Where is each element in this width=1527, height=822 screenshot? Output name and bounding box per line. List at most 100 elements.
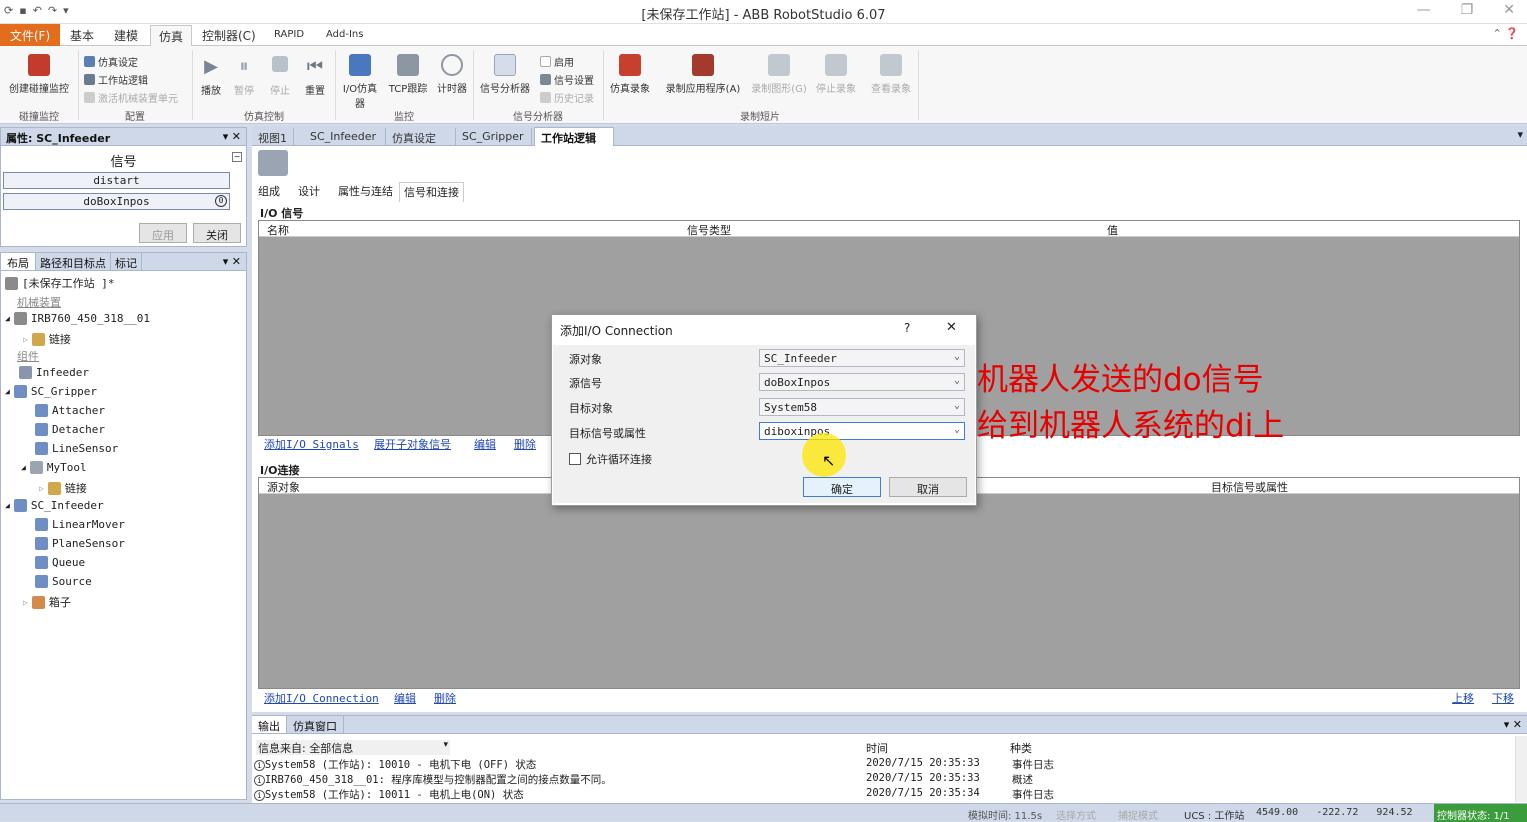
output-row[interactable]: i IRB760_450_318__01: 程序库模型与控制器配置之间的接点数量不…: [254, 772, 612, 787]
stop-record-button[interactable]: 停止录象: [812, 54, 860, 95]
tree-item[interactable]: Infeeder: [19, 366, 89, 379]
tab-file[interactable]: 文件(F): [0, 24, 60, 46]
source-object-select[interactable]: SC_Infeeder ⌄: [759, 349, 965, 367]
tab-sc-infeeder[interactable]: SC_Infeeder: [304, 128, 386, 146]
tcp-trace-button[interactable]: TCP跟踪: [386, 54, 430, 95]
collapse-icon[interactable]: −: [232, 152, 242, 162]
signal-field-doboxinpos[interactable]: doBoxInpos 0: [3, 193, 230, 210]
allow-cycle-checkbox[interactable]: 允许循环连接: [569, 451, 652, 467]
pin-close-icons[interactable]: ▾ ✕: [1499, 716, 1527, 733]
tree-item[interactable]: ▷ 箱子: [23, 594, 71, 610]
play-button[interactable]: ▶ 播放: [197, 56, 225, 97]
enable-checkbox[interactable]: 启用: [540, 54, 574, 69]
maximize-icon[interactable]: ❐: [1461, 2, 1474, 18]
io-sim-button[interactable]: I/O仿真器: [338, 54, 382, 110]
sim-setup-button[interactable]: 仿真设定: [84, 54, 138, 69]
info-source-select[interactable]: 信息来自: 全部信息 ▾: [256, 740, 450, 755]
output-row[interactable]: i System58 (工作站): 10010 - 电机下电 (OFF) 状态: [254, 757, 536, 772]
tree-item[interactable]: Queue: [35, 556, 85, 569]
pin-close-icons[interactable]: ▾ ✕: [223, 130, 241, 143]
reset-button[interactable]: ⏮ 重置: [301, 56, 329, 97]
tab-tags[interactable]: 标记: [111, 253, 142, 270]
expand-icon[interactable]: ◢: [5, 314, 10, 323]
snap-mode[interactable]: 捕捉模式: [1118, 807, 1158, 822]
expand-icon[interactable]: ◢: [21, 463, 26, 472]
record-app-button[interactable]: 录制应用程序(A): [660, 54, 746, 95]
tree-station[interactable]: [未保存工作站 ]*: [5, 275, 115, 291]
tab-simulation[interactable]: 仿真: [150, 25, 193, 47]
tab-home[interactable]: 基本: [70, 27, 94, 44]
tree-item[interactable]: LineSensor: [35, 442, 118, 455]
tab-modeling[interactable]: 建模: [114, 27, 138, 44]
close-button[interactable]: 关闭: [193, 223, 241, 243]
tree-item[interactable]: Detacher: [35, 423, 105, 436]
tree-item[interactable]: PlaneSensor: [35, 537, 125, 550]
tabs-dropdown-icon[interactable]: ▾: [1517, 128, 1523, 141]
signal-setup-button[interactable]: 信号设置: [540, 72, 594, 87]
tab-layout[interactable]: 布局: [1, 253, 36, 270]
expand-icon[interactable]: ◢: [5, 387, 10, 396]
target-object-select[interactable]: System58 ⌄: [759, 398, 965, 416]
apply-button[interactable]: 应用: [139, 223, 187, 243]
subtab-properties[interactable]: 属性与连结: [332, 182, 399, 202]
close-icon[interactable]: ✕: [1503, 2, 1515, 18]
tree-links[interactable]: ▷ 链接: [23, 331, 71, 347]
tree-item[interactable]: ◢ MyTool: [21, 461, 87, 474]
collapse-icon[interactable]: ▷: [39, 484, 44, 493]
tab-controller[interactable]: 控制器(C): [202, 27, 256, 44]
tab-sim-window[interactable]: 仿真窗口: [287, 716, 344, 733]
signal-field-distart[interactable]: distart: [3, 172, 230, 189]
sim-record-button[interactable]: 仿真录象: [606, 54, 654, 95]
add-io-connection-link[interactable]: 添加I/O Connection: [264, 690, 379, 706]
dialog-close-icon[interactable]: ✕: [946, 320, 957, 335]
tree-robot[interactable]: ◢ IRB760_450_318__01: [5, 312, 150, 325]
ok-button[interactable]: 确定: [803, 477, 881, 497]
tab-rapid[interactable]: RAPID: [274, 29, 304, 40]
tree-item[interactable]: Source: [35, 575, 92, 588]
output-row[interactable]: i System58 (工作站): 10011 - 电机上电(ON) 状态: [254, 787, 524, 802]
cancel-button[interactable]: 取消: [889, 477, 967, 497]
tab-station-logic[interactable]: 工作站逻辑 ✕: [534, 127, 614, 159]
tab-addins[interactable]: Add-Ins: [326, 29, 363, 40]
create-collision-monitor-button[interactable]: 创建碰撞监控: [4, 54, 74, 95]
tab-output[interactable]: 输出: [252, 716, 287, 733]
move-down-link[interactable]: 下移: [1492, 690, 1514, 706]
history-button[interactable]: 历史记录: [540, 90, 594, 105]
pin-close-icons[interactable]: ▾ ✕: [218, 253, 246, 270]
tab-view1[interactable]: 视图1: [252, 128, 294, 146]
tab-sc-gripper[interactable]: SC_Gripper: [456, 128, 532, 146]
edit-signal-link[interactable]: 编辑: [474, 436, 496, 452]
subtab-compose[interactable]: 组成: [252, 182, 286, 202]
view-record-button[interactable]: 查看录象: [866, 54, 916, 95]
help-icon[interactable]: ⌃ ❓: [1493, 27, 1519, 40]
collapse-icon[interactable]: ▷: [23, 598, 28, 607]
record-graphics-button[interactable]: 录制图形(G): [748, 54, 810, 95]
move-up-link[interactable]: 上移: [1452, 690, 1474, 706]
output-scrollbar[interactable]: [1515, 736, 1527, 802]
station-logic-button[interactable]: 工作站逻辑: [84, 72, 148, 87]
signal-analyzer-button[interactable]: 信号分析器: [476, 54, 534, 95]
expand-icon[interactable]: ◢: [5, 501, 10, 510]
edit-connection-link[interactable]: 编辑: [394, 690, 416, 706]
tab-paths-targets[interactable]: 路径和目标点: [36, 253, 111, 270]
source-signal-select[interactable]: doBoxInpos ⌄: [759, 373, 965, 391]
target-signal-select[interactable]: diboxinpos ⌄: [759, 422, 965, 440]
expand-child-signals-link[interactable]: 展开子对象信号: [374, 436, 451, 452]
subtab-signals[interactable]: 信号和连接: [399, 182, 464, 202]
tree-item[interactable]: ◢ SC_Gripper: [5, 385, 97, 398]
add-io-signals-link[interactable]: 添加I/O Signals: [264, 436, 359, 452]
delete-connection-link[interactable]: 删除: [434, 690, 456, 706]
minimize-icon[interactable]: —: [1417, 2, 1431, 18]
delete-signal-link[interactable]: 删除: [514, 436, 536, 452]
timer-button[interactable]: 计时器: [432, 54, 472, 95]
activate-mech-button[interactable]: 激活机械装置单元: [84, 90, 178, 105]
tab-sim-setup[interactable]: 仿真设定: [386, 128, 456, 146]
tree-item[interactable]: ▷ 链接: [39, 480, 87, 496]
tree-item[interactable]: LinearMover: [35, 518, 125, 531]
tree-item[interactable]: Attacher: [35, 404, 105, 417]
collapse-icon[interactable]: ▷: [23, 335, 28, 344]
select-mode[interactable]: 选择方式: [1056, 807, 1096, 822]
ucs[interactable]: UCS : 工作站: [1184, 807, 1244, 822]
stop-button[interactable]: 停止: [266, 56, 294, 97]
subtab-design[interactable]: 设计: [286, 182, 332, 202]
